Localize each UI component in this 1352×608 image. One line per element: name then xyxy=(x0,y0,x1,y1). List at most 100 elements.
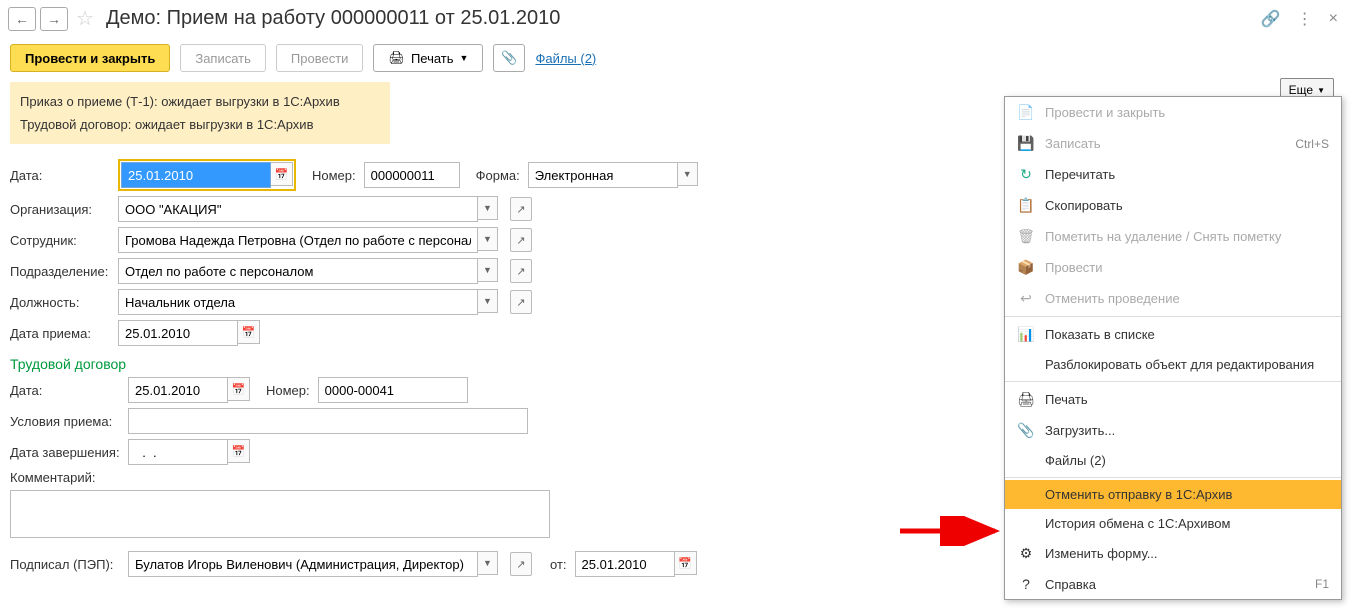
open-icon[interactable]: ↗ xyxy=(510,552,532,576)
label-enddate: Дата завершения: xyxy=(10,445,120,460)
menu-item[interactable]: 🖨 Печать xyxy=(1005,384,1341,415)
label-emp: Сотрудник: xyxy=(10,233,110,248)
chevron-down-icon[interactable]: ▼ xyxy=(478,289,498,313)
open-icon[interactable]: ↗ xyxy=(510,197,532,221)
nav-forward-button[interactable]: → xyxy=(40,7,68,31)
label-signed: Подписал (ПЭП): xyxy=(10,557,120,572)
enddate-input[interactable] xyxy=(128,439,228,465)
label-form: Форма: xyxy=(476,168,520,183)
sign-date-input[interactable] xyxy=(575,551,675,577)
label-cdate: Дата: xyxy=(10,383,120,398)
menu-item: 🗑 Пометить на удаление / Снять пометку xyxy=(1005,221,1341,252)
menu-item[interactable]: 📋 Скопировать xyxy=(1005,190,1341,221)
label-date: Дата: xyxy=(10,168,110,183)
star-icon[interactable]: ☆ xyxy=(76,6,94,31)
employee-input[interactable] xyxy=(118,227,478,253)
menu-item[interactable]: Разблокировать объект для редактирования xyxy=(1005,350,1341,379)
conditions-input[interactable] xyxy=(128,408,528,434)
menu-item[interactable]: Файлы (2) xyxy=(1005,446,1341,475)
open-icon[interactable]: ↗ xyxy=(510,228,532,252)
label-number: Номер: xyxy=(312,168,356,183)
open-icon[interactable]: ↗ xyxy=(510,290,532,314)
contract-date-input[interactable] xyxy=(128,377,228,403)
menu-icon: 🖨 xyxy=(1017,391,1035,408)
menu-shortcut: Ctrl+S xyxy=(1295,137,1329,151)
chevron-down-icon[interactable]: ▼ xyxy=(678,162,698,186)
label-pos: Должность: xyxy=(10,295,110,310)
contract-num-input[interactable] xyxy=(318,377,468,403)
printer-icon: 🖨 xyxy=(388,50,405,66)
dept-input[interactable] xyxy=(118,258,478,284)
link-icon[interactable]: 🔗 xyxy=(1261,9,1281,29)
menu-item: 💾ЗаписатьCtrl+S xyxy=(1005,128,1341,159)
calendar-icon[interactable]: 📅 xyxy=(238,320,260,344)
menu-item[interactable]: ⚙ Изменить форму... xyxy=(1005,538,1341,569)
chevron-down-icon[interactable]: ▼ xyxy=(478,551,498,575)
menu-item[interactable]: ?СправкаF1 xyxy=(1005,569,1341,599)
menu-icon: 📄 xyxy=(1017,104,1035,121)
org-input[interactable] xyxy=(118,196,478,222)
archive-notice: Приказ о приеме (Т-1): ожидает выгрузки … xyxy=(10,82,390,144)
chevron-down-icon: ▼ xyxy=(460,53,469,63)
label-hiredate: Дата приема: xyxy=(10,326,110,341)
label-cond: Условия приема: xyxy=(10,414,120,429)
menu-item[interactable]: 📊Показать в списке xyxy=(1005,319,1341,350)
menu-label: Пометить на удаление / Снять пометку xyxy=(1045,229,1281,244)
hiredate-input[interactable] xyxy=(118,320,238,346)
menu-icon: 📋 xyxy=(1017,197,1035,214)
menu-item[interactable]: ↻Перечитать xyxy=(1005,159,1341,190)
menu-icon: 💾 xyxy=(1017,135,1035,152)
menu-label: Изменить форму... xyxy=(1045,546,1158,561)
nav-back-button[interactable]: ← xyxy=(8,7,36,31)
open-icon[interactable]: ↗ xyxy=(510,259,532,283)
post-button[interactable]: Провести xyxy=(276,44,364,72)
calendar-icon[interactable]: 📅 xyxy=(228,377,250,401)
menu-icon: ⚙ xyxy=(1017,545,1035,562)
close-icon[interactable]: × xyxy=(1329,10,1338,28)
save-button[interactable]: Записать xyxy=(180,44,266,72)
label-cnum: Номер: xyxy=(266,383,310,398)
menu-label: История обмена с 1С:Архивом xyxy=(1045,516,1230,531)
chevron-down-icon[interactable]: ▼ xyxy=(478,227,498,251)
menu-label: Отменить отправку в 1С:Архив xyxy=(1045,487,1232,502)
signed-input[interactable] xyxy=(128,551,478,577)
files-link[interactable]: Файлы (2) xyxy=(535,51,596,66)
kebab-icon[interactable]: ⋮ xyxy=(1297,9,1313,29)
menu-icon: ↩ xyxy=(1017,290,1035,307)
menu-label: Печать xyxy=(1045,392,1088,407)
notice-line: Приказ о приеме (Т-1): ожидает выгрузки … xyxy=(20,90,380,113)
menu-item[interactable]: История обмена с 1С:Архивом xyxy=(1005,509,1341,538)
menu-icon: ↻ xyxy=(1017,166,1035,183)
menu-item: 📦 Провести xyxy=(1005,252,1341,283)
menu-item[interactable]: Отменить отправку в 1С:Архив xyxy=(1005,480,1341,509)
post-close-button[interactable]: Провести и закрыть xyxy=(10,44,170,72)
menu-item: ↩Отменить проведение xyxy=(1005,283,1341,314)
calendar-icon[interactable]: 📅 xyxy=(228,439,250,463)
chevron-down-icon: ▼ xyxy=(1317,86,1325,95)
more-menu: 📄Провести и закрыть💾ЗаписатьCtrl+S↻Переч… xyxy=(1004,96,1342,600)
menu-item[interactable]: 📎 Загрузить... xyxy=(1005,415,1341,446)
menu-icon: 📊 xyxy=(1017,326,1035,343)
date-input[interactable] xyxy=(121,162,271,188)
menu-label: Загрузить... xyxy=(1045,423,1115,438)
chevron-down-icon[interactable]: ▼ xyxy=(478,196,498,220)
chevron-down-icon[interactable]: ▼ xyxy=(478,258,498,282)
comment-textarea[interactable] xyxy=(10,490,550,538)
menu-icon: 🗑 xyxy=(1017,228,1035,245)
notice-line: Трудовой договор: ожидает выгрузки в 1С:… xyxy=(20,113,380,136)
number-input[interactable] xyxy=(364,162,460,188)
menu-icon: 📎 xyxy=(1017,422,1035,439)
menu-label: Скопировать xyxy=(1045,198,1123,213)
label-from: от: xyxy=(550,557,567,572)
form-input[interactable] xyxy=(528,162,678,188)
clip-icon: 📎 xyxy=(501,50,517,66)
calendar-icon[interactable]: 📅 xyxy=(271,162,293,186)
print-button[interactable]: 🖨Печать▼ xyxy=(373,44,483,72)
menu-label: Провести xyxy=(1045,260,1103,275)
calendar-icon[interactable]: 📅 xyxy=(675,551,697,575)
menu-label: Справка xyxy=(1045,577,1096,592)
attach-button[interactable]: 📎 xyxy=(493,44,525,72)
menu-shortcut: F1 xyxy=(1315,577,1329,591)
menu-icon: 📦 xyxy=(1017,259,1035,276)
position-input[interactable] xyxy=(118,289,478,315)
